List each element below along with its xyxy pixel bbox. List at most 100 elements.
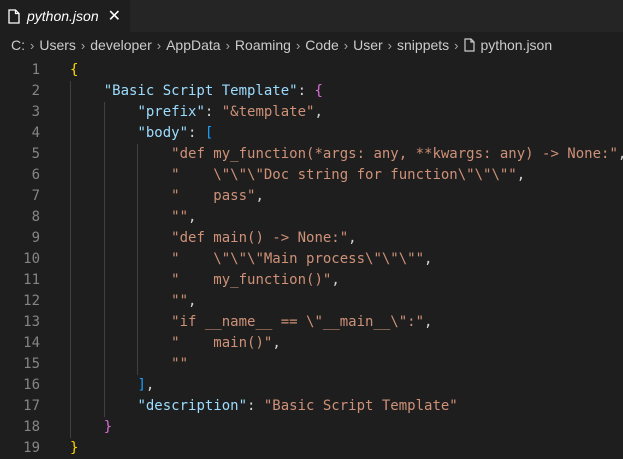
code-text: " my_function()", (171, 270, 340, 291)
breadcrumb: C: › Users › developer › AppData › Roaming › Code ›… (0, 33, 623, 57)
code-token: "body" (137, 125, 189, 141)
line-number: 18 (23, 419, 40, 435)
code-line[interactable]: 2 "Basic Script Template": { (0, 81, 623, 102)
tab-python-json[interactable]: python.json ✕ (0, 0, 130, 32)
code-text: "Basic Script Template": { (104, 81, 323, 102)
line-number: 5 (31, 146, 40, 162)
breadcrumb-item[interactable]: Code (305, 37, 338, 53)
line-number: 15 (23, 356, 40, 372)
line-number: 4 (31, 125, 40, 141)
line-number: 12 (23, 293, 40, 309)
file-icon (8, 8, 20, 24)
code-token: : (247, 398, 264, 414)
code-token: , (255, 188, 264, 204)
line-number: 10 (23, 251, 40, 267)
code-line[interactable]: 14 " main()", (0, 333, 623, 354)
breadcrumb-item[interactable]: developer (90, 37, 152, 53)
line-number: 3 (31, 104, 40, 120)
code-token: "description" (137, 398, 248, 414)
line-number: 16 (23, 377, 40, 393)
breadcrumb-separator-icon: › (295, 37, 301, 53)
code-line[interactable]: 8 "", (0, 207, 623, 228)
breadcrumb-item[interactable]: User (353, 37, 383, 53)
code-token: } (103, 419, 113, 435)
code-token: "" (171, 293, 189, 309)
code-text: "if __name__ == \"__main__\":", (171, 312, 432, 333)
code-token: , (516, 167, 526, 183)
code-token: , (348, 230, 357, 246)
code-token: } (70, 440, 79, 456)
code-text: "prefix": "&template", (137, 102, 322, 123)
breadcrumb-item[interactable]: Users (39, 37, 76, 53)
code-text: { (70, 60, 78, 81)
breadcrumb-item[interactable]: python.json (481, 37, 553, 53)
code-text: " \"\"\"Main process\"\"\"", (171, 249, 432, 270)
breadcrumb-item[interactable]: AppData (166, 37, 220, 53)
code-token: "if __name__ == \"__main__\":" (171, 314, 425, 330)
breadcrumb-item[interactable]: Roaming (235, 37, 291, 53)
code-line[interactable]: 11 " my_function()", (0, 270, 623, 291)
code-line[interactable]: 18} (0, 417, 623, 438)
line-number: 9 (31, 230, 40, 246)
breadcrumb-item[interactable]: snippets (397, 37, 449, 53)
code-token: " main()" (171, 335, 273, 351)
code-token: : (204, 104, 222, 120)
code-token: , (272, 335, 281, 351)
code-editor[interactable]: 1{2 "Basic Script Template": {3 "prefix": … (0, 56, 623, 456)
code-line[interactable]: 12 "", (0, 291, 623, 312)
code-line[interactable]: 19} (0, 438, 623, 459)
code-token: , (618, 146, 623, 162)
code-text: } (70, 438, 78, 459)
code-text: "description": "Basic Script Template" (137, 396, 457, 417)
tab-label: python.json (27, 8, 99, 24)
line-number: 14 (23, 335, 40, 351)
code-line[interactable]: 5 "def my_function(*args: any, **kwargs: … (0, 144, 623, 165)
code-token: " pass" (171, 188, 256, 204)
code-token: , (145, 377, 155, 393)
code-line[interactable]: 13 "if __name__ == \"__main__\":", (0, 312, 623, 333)
breadcrumb-separator-icon: › (225, 37, 230, 53)
line-number: 13 (23, 314, 40, 330)
code-line[interactable]: 1{ (0, 60, 623, 81)
code-token: " my_function()" (171, 272, 332, 288)
line-number: 11 (23, 272, 40, 288)
line-number: 19 (23, 440, 40, 456)
code-line[interactable]: 4 "body": [ (0, 123, 623, 144)
line-number: 6 (31, 167, 40, 183)
code-line[interactable]: 17 "description": "Basic Script Template" (0, 396, 623, 417)
code-text: "def main() -> None:", (171, 228, 356, 249)
code-token: { (314, 83, 323, 99)
code-text: "" (171, 354, 188, 375)
code-token: "def main() -> None:" (171, 230, 349, 246)
breadcrumb-item[interactable]: C: (11, 37, 25, 53)
code-line[interactable]: 15 "" (0, 354, 623, 375)
code-text: " \"\"\"Doc string for function\"\"\"", (171, 165, 525, 186)
code-text: "body": [ (137, 123, 213, 144)
code-token: , (314, 104, 323, 120)
code-text: "def my_function(*args: any, **kwargs: a… (171, 144, 623, 165)
code-token: ] (137, 377, 146, 393)
code-token: , (424, 251, 433, 267)
close-icon[interactable]: ✕ (108, 8, 121, 24)
line-number: 8 (31, 209, 40, 225)
code-line[interactable]: 10 " \"\"\"Main process\"\"\"", (0, 249, 623, 270)
breadcrumb-separator-icon: › (80, 37, 86, 53)
line-number: 1 (31, 62, 40, 78)
code-text: " pass", (171, 186, 264, 207)
code-line[interactable]: 16], (0, 375, 623, 396)
code-token: , (188, 209, 197, 225)
code-token: "Basic Script Template" (103, 83, 298, 99)
code-token: " \"\"\"Doc string for function\"\"\"" (171, 167, 517, 183)
code-line[interactable]: 9 "def main() -> None:", (0, 228, 623, 249)
file-icon (463, 38, 475, 52)
code-token: "prefix" (137, 104, 205, 120)
code-line[interactable]: 3 "prefix": "&template", (0, 102, 623, 123)
code-line[interactable]: 6 " \"\"\"Doc string for function\"\"\"", (0, 165, 623, 186)
code-line[interactable]: 7 " pass", (0, 186, 623, 207)
code-token: , (188, 293, 197, 309)
code-token: , (424, 314, 433, 330)
breadcrumb-separator-icon: › (387, 37, 393, 53)
code-token: "def my_function(*args: any, **kwargs: a… (171, 146, 618, 162)
code-text: ], (137, 375, 154, 396)
breadcrumb-separator-icon: › (30, 37, 35, 53)
